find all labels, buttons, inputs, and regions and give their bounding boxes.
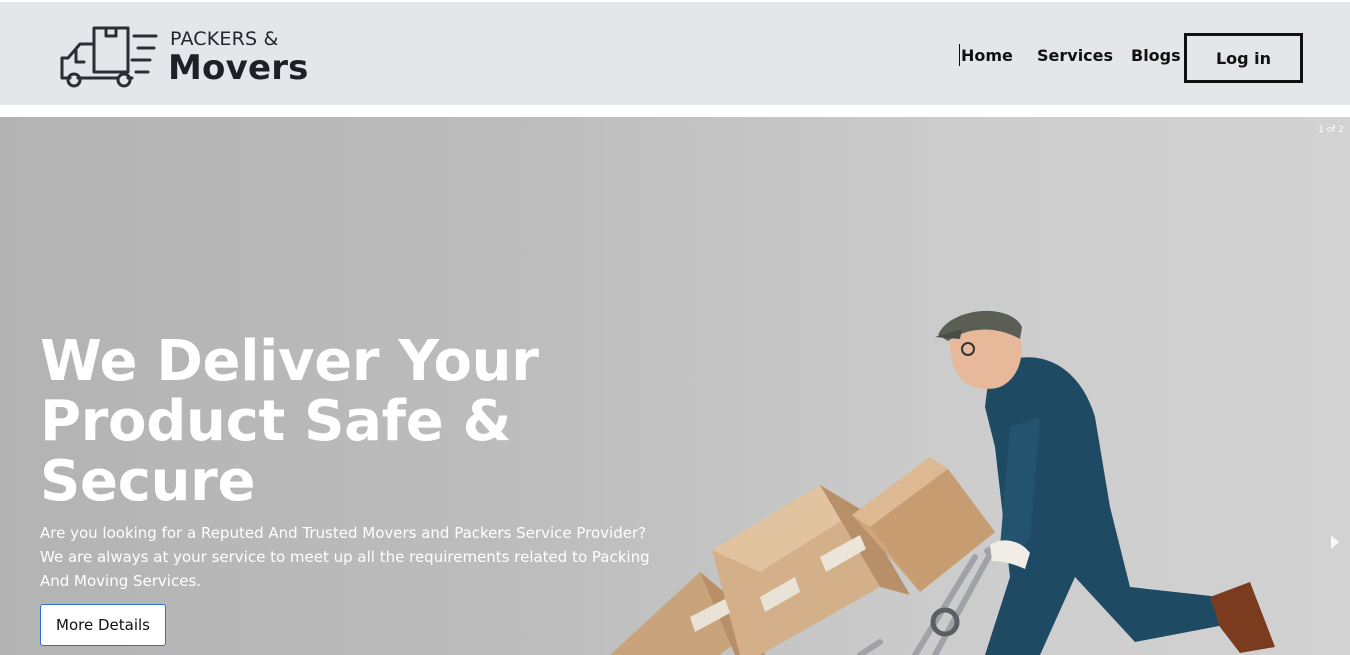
brand-logo[interactable]: PACKERS & Movers bbox=[58, 22, 328, 92]
slide-counter: 1 of 2 bbox=[1318, 125, 1344, 135]
hero-title-line-3: Secure bbox=[40, 449, 256, 514]
hero-title: We Deliver Your Product Safe & Secure bbox=[40, 332, 600, 512]
hero-title-line-2: Product Safe & bbox=[40, 389, 512, 454]
nav-link-services[interactable]: Services bbox=[1037, 46, 1113, 65]
hero-title-line-1: We Deliver Your bbox=[40, 329, 539, 394]
cardboard-boxes bbox=[610, 457, 995, 655]
brand-top-text: PACKERS & bbox=[170, 28, 279, 50]
truck-icon bbox=[60, 26, 158, 88]
hero-description: Are you looking for a Reputed And Truste… bbox=[40, 524, 650, 590]
login-button[interactable]: Log in bbox=[1184, 33, 1303, 83]
chevron-right-icon[interactable] bbox=[1329, 533, 1341, 551]
nav-link-blogs[interactable]: Blogs bbox=[1131, 46, 1181, 65]
more-details-button[interactable]: More Details bbox=[40, 604, 166, 646]
hero-carousel: 1 of 2 We Deliver Your Product Safe & Se… bbox=[0, 117, 1350, 655]
site-header: PACKERS & Movers Home Services Blogs Log… bbox=[0, 2, 1350, 105]
nav-link-home[interactable]: Home bbox=[959, 44, 1013, 66]
brand-main-text: Movers bbox=[168, 48, 309, 88]
mover-person bbox=[935, 310, 1275, 655]
